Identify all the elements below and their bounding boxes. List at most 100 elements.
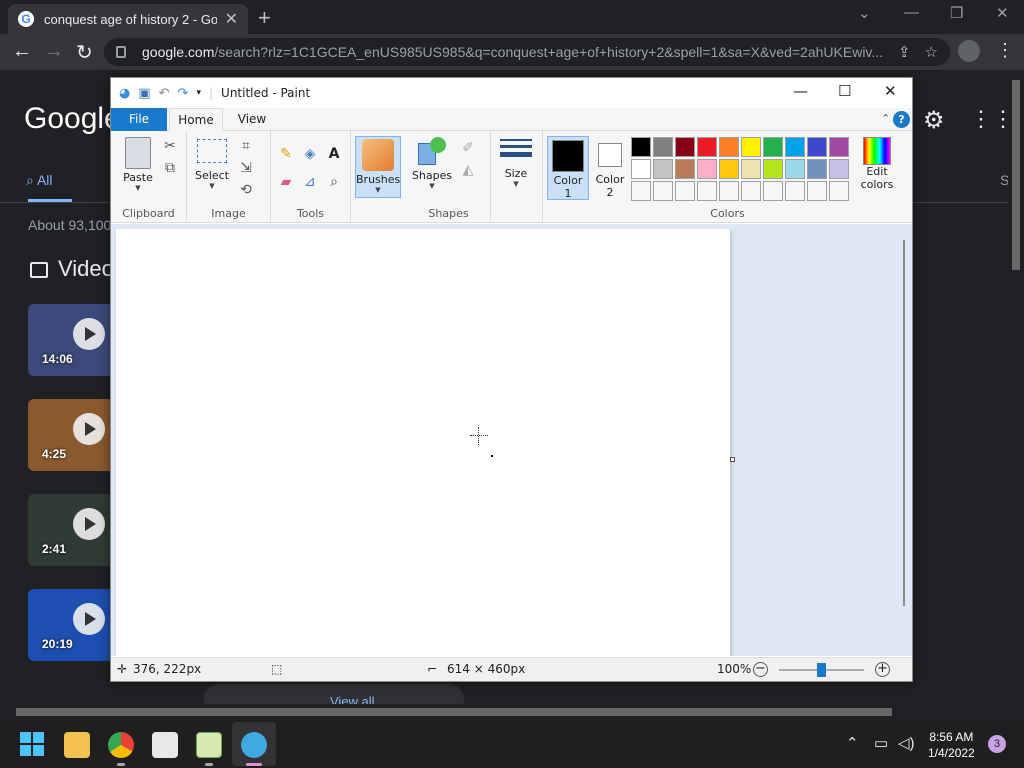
- palette-swatch[interactable]: [763, 181, 783, 201]
- paint-maximize-button[interactable]: ☐: [838, 82, 851, 100]
- reload-icon[interactable]: ↻: [76, 40, 93, 65]
- palette-swatch[interactable]: [675, 159, 695, 179]
- resize-icon[interactable]: ⇲: [237, 159, 255, 177]
- close-window-button[interactable]: ✕: [996, 4, 1009, 22]
- palette-swatch[interactable]: [631, 181, 651, 201]
- back-icon[interactable]: ←: [12, 40, 32, 63]
- outline-icon[interactable]: ✐: [459, 139, 477, 157]
- vertical-scroll-thumb[interactable]: [1012, 80, 1020, 270]
- video-thumbnail-4[interactable]: 20:19: [28, 589, 118, 661]
- palette-swatch[interactable]: [785, 159, 805, 179]
- new-tab-button[interactable]: +: [258, 5, 271, 31]
- palette-swatch[interactable]: [807, 159, 827, 179]
- share-icon[interactable]: ⇪: [898, 43, 911, 61]
- palette-swatch[interactable]: [763, 137, 783, 157]
- tab-file[interactable]: File: [111, 108, 167, 131]
- palette-swatch[interactable]: [741, 159, 761, 179]
- edit-colors-button[interactable]: Edit colors: [857, 137, 897, 191]
- tab-search-icon[interactable]: ⌄: [858, 4, 871, 22]
- palette-swatch[interactable]: [719, 159, 739, 179]
- text-icon[interactable]: A: [325, 145, 343, 163]
- search-tab-all[interactable]: ⌕ All: [26, 172, 53, 189]
- paint-icon[interactable]: [241, 732, 267, 758]
- palette-swatch[interactable]: [741, 181, 761, 201]
- palette-swatch[interactable]: [741, 137, 761, 157]
- zoom-slider-thumb[interactable]: [817, 663, 826, 677]
- tab-home[interactable]: Home: [169, 108, 223, 132]
- video-thumbnail-1[interactable]: 14:06: [28, 304, 118, 376]
- palette-swatch[interactable]: [631, 159, 651, 179]
- paint-close-button[interactable]: ✕: [884, 82, 897, 100]
- address-bar[interactable]: google.com /search?rlz=1C1GCEA_enUS985US…: [104, 38, 950, 66]
- cut-icon[interactable]: ✂: [161, 137, 179, 155]
- windows-start-icon[interactable]: [20, 732, 46, 758]
- undo-icon[interactable]: ↶: [159, 86, 170, 101]
- paint-minimize-button[interactable]: —: [793, 82, 808, 100]
- magnifier-icon[interactable]: ⌕: [325, 173, 343, 191]
- crop-icon[interactable]: ⌗: [237, 137, 255, 155]
- palette-swatch[interactable]: [829, 181, 849, 201]
- forward-icon[interactable]: →: [44, 40, 64, 63]
- palette-swatch[interactable]: [785, 137, 805, 157]
- drawing-canvas[interactable]: [116, 229, 730, 656]
- palette-swatch[interactable]: [807, 137, 827, 157]
- palette-swatch[interactable]: [829, 159, 849, 179]
- zoom-out-button[interactable]: −: [753, 662, 768, 677]
- palette-swatch[interactable]: [653, 159, 673, 179]
- eraser-icon[interactable]: ▰: [277, 173, 295, 191]
- color-picker-icon[interactable]: ⊿: [301, 173, 319, 191]
- redo-icon[interactable]: ↷: [178, 86, 189, 101]
- bookmark-star-icon[interactable]: ☆: [925, 43, 938, 61]
- brushes-button[interactable]: Brushes ▼: [355, 136, 401, 198]
- palette-swatch[interactable]: [785, 181, 805, 201]
- collapse-ribbon-icon[interactable]: ⌃: [881, 112, 890, 125]
- palette-swatch[interactable]: [763, 159, 783, 179]
- microsoft-store-icon[interactable]: [152, 732, 178, 758]
- network-icon[interactable]: ▭: [874, 734, 888, 752]
- customize-qa-icon[interactable]: ▾: [196, 88, 201, 98]
- minimize-button[interactable]: —: [904, 4, 919, 21]
- chevron-up-icon[interactable]: ⌃: [846, 734, 859, 752]
- menu-kebab-icon[interactable]: ⋮: [996, 40, 1014, 61]
- paste-button[interactable]: Paste ▼: [121, 137, 155, 192]
- save-icon[interactable]: ▣: [138, 86, 150, 101]
- pencil-icon[interactable]: ✎: [277, 145, 295, 163]
- file-explorer-icon[interactable]: [64, 732, 90, 758]
- tab-view[interactable]: View: [227, 108, 277, 131]
- horizontal-scroll-thumb[interactable]: [16, 708, 892, 716]
- palette-swatch[interactable]: [697, 137, 717, 157]
- clock[interactable]: 8:56 AM 1/4/2022: [928, 729, 975, 761]
- video-thumbnail-3[interactable]: 2:41: [28, 494, 118, 566]
- rotate-icon[interactable]: ⟲: [237, 181, 255, 199]
- shape-fill-icon[interactable]: ◭: [459, 161, 477, 179]
- video-thumbnail-2[interactable]: 4:25: [28, 399, 118, 471]
- canvas-scrollbar[interactable]: [903, 240, 905, 606]
- palette-swatch[interactable]: [675, 181, 695, 201]
- palette-swatch[interactable]: [719, 137, 739, 157]
- page-vertical-scrollbar[interactable]: [1008, 70, 1024, 704]
- chrome-icon[interactable]: [108, 732, 134, 758]
- palette-swatch[interactable]: [829, 137, 849, 157]
- browser-tab[interactable]: G conquest age of history 2 - Goog ✕: [8, 4, 248, 34]
- palette-swatch[interactable]: [653, 137, 673, 157]
- palette-swatch[interactable]: [719, 181, 739, 201]
- restore-button[interactable]: ❐: [950, 4, 963, 22]
- notification-badge[interactable]: 3: [988, 735, 1006, 753]
- help-icon[interactable]: ?: [893, 111, 910, 128]
- size-button[interactable]: Size ▼: [499, 139, 533, 188]
- palette-swatch[interactable]: [807, 181, 827, 201]
- shapes-button[interactable]: Shapes ▼: [411, 137, 453, 190]
- settings-gear-icon[interactable]: ⚙: [923, 106, 945, 135]
- canvas-resize-handle[interactable]: [730, 457, 735, 462]
- close-tab-icon[interactable]: ✕: [225, 9, 238, 29]
- color1-button[interactable]: Color 1: [547, 136, 589, 200]
- google-logo[interactable]: Google: [24, 102, 121, 136]
- select-button[interactable]: Select ▼: [195, 139, 229, 190]
- zoom-in-button[interactable]: +: [875, 662, 890, 677]
- page-horizontal-scrollbar[interactable]: [0, 704, 1008, 720]
- palette-swatch[interactable]: [631, 137, 651, 157]
- palette-swatch[interactable]: [653, 181, 673, 201]
- palette-swatch[interactable]: [697, 181, 717, 201]
- profile-avatar[interactable]: [958, 40, 980, 62]
- fill-bucket-icon[interactable]: ◈: [301, 145, 319, 163]
